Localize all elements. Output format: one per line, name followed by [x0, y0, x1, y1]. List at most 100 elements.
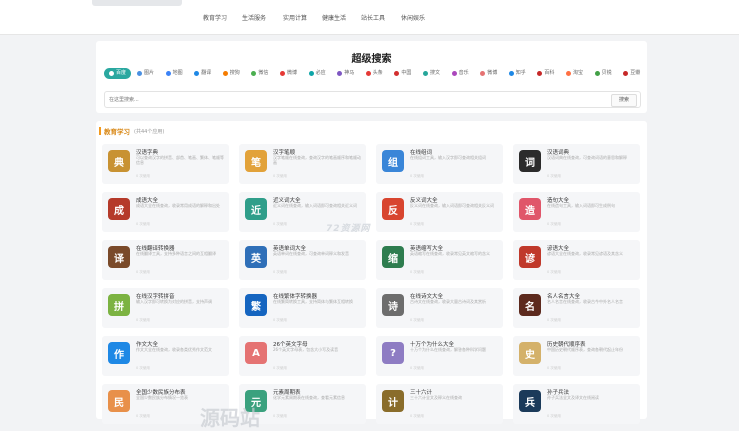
tool-card[interactable]: 反反义词大全 反义词在线查询，输入词语即可查询相关反义词 0 次使用	[376, 192, 503, 232]
engine-tab-17[interactable]: 贝锐	[594, 68, 612, 79]
section-header: 教育学习 (共44个应用)	[99, 126, 164, 136]
nav-item-education[interactable]: 教育学习	[203, 13, 227, 22]
engine-label: 搜文	[430, 70, 441, 76]
education-section: 教育学习 (共44个应用) 典汉语字典 可以查询汉字的拼音、部首、笔画、繁体、笔顺…	[96, 121, 647, 424]
engine-label: 微博	[487, 70, 498, 76]
tool-card[interactable]: 组在线组词 在线组词工具，输入汉字即可查询相关组词 0 次使用	[376, 144, 503, 184]
engine-tab-6[interactable]: 微博	[280, 68, 297, 79]
tool-usage: 0 次使用	[547, 414, 561, 418]
tool-description: 输入汉字即可转换为对应的拼音，支持声调	[136, 299, 212, 304]
tool-icon: ?	[382, 342, 404, 364]
tool-card[interactable]: A 26个英文字母 26个英文字母表，包含大小写及读音 0 次使用	[239, 336, 366, 376]
nav-item-calculators[interactable]: 实用计算	[283, 13, 307, 22]
engine-icon	[165, 71, 171, 76]
engine-tab-16[interactable]: 淘宝	[566, 68, 583, 79]
engine-tab-11[interactable]: 搜文	[423, 68, 440, 79]
tool-description: 在线组词工具，输入汉字即可查询相关组词	[410, 155, 486, 160]
tool-card[interactable]: 译在线翻译转换器 在线翻译工具，支持多种语言之间的互相翻译 0 次使用	[102, 240, 229, 280]
tool-icon: 谚	[519, 246, 541, 268]
tool-card[interactable]: 谚谚语大全 谚语大全在线查询，收录常见谚语及其含义 0 次使用	[513, 240, 640, 280]
engine-label: 微博	[287, 70, 298, 76]
nav-item-entertainment[interactable]: 休闲娱乐	[401, 13, 425, 22]
tool-card[interactable]: 繁在线繁体字转换器 在线繁简转换工具，支持简体与繁体互相转换 0 次使用	[239, 288, 366, 328]
engine-label: 图片	[144, 70, 155, 76]
tool-card[interactable]: 拼在线汉字转拼音 输入汉字即可转换为对应的拼音，支持声调 0 次使用	[102, 288, 229, 328]
engine-icon	[480, 71, 486, 76]
engine-icon	[280, 71, 285, 76]
tool-card[interactable]: 成成语大全 成语大全在线查询，收录常用成语的解释和出处 0 次使用	[102, 192, 229, 232]
tool-card[interactable]: ? 十万个为什么大全 十万个为什么在线查询，解答各种科学问题 0 次使用	[376, 336, 503, 376]
engine-tab-10[interactable]: 中国	[394, 68, 411, 79]
tool-usage: 0 次使用	[547, 366, 561, 370]
engine-label: 百科	[544, 70, 555, 76]
tool-description: 汉语词典在线查询，可查询词语的意思和解释	[547, 155, 627, 160]
engine-icon	[137, 71, 142, 76]
tool-icon: 作	[108, 342, 130, 364]
tool-icon: 民	[108, 390, 130, 412]
engine-tab-7[interactable]: 必应	[308, 68, 326, 79]
tool-card[interactable]: 名名人名言大全 名人名言在线查询，收录古今中外名人名言 0 次使用	[513, 288, 640, 328]
engine-tab-9[interactable]: 头条	[365, 68, 383, 79]
tool-description: 汉字笔顺在线查询，查询汉字的笔画顺序和笔顺动画	[273, 155, 361, 165]
tool-icon: 兵	[519, 390, 541, 412]
engine-tab-8[interactable]: 神马	[337, 68, 354, 79]
section-accent-bar	[99, 127, 101, 135]
engine-tab-18[interactable]: 豆瓣	[623, 68, 640, 79]
engine-icon	[194, 71, 200, 76]
search-panel: 超级搜索 百度 图片 地图 翻译 搜狗 微信 微博 必应 神马 头条 中国 搜文 音乐 微博 知乎 百科 淘宝 贝…	[96, 41, 647, 113]
engine-tab-4[interactable]: 搜狗	[222, 68, 240, 79]
tool-icon: 笔	[245, 150, 267, 172]
tool-description: 在线翻译工具，支持多种语言之间的互相翻译	[136, 251, 216, 256]
tool-description: 反义词在线查询，输入词语即可查询相关反义词	[410, 203, 494, 208]
engine-icon	[394, 71, 400, 76]
tool-icon: 计	[382, 390, 404, 412]
watermark: 72资源网	[326, 224, 371, 234]
tool-usage: 0 次使用	[410, 270, 424, 274]
search-input[interactable]	[109, 95, 589, 104]
engine-tab-12[interactable]: 音乐	[451, 68, 469, 79]
tool-card[interactable]: 笔汉字笔顺 汉字笔顺在线查询，查询汉字的笔画顺序和笔顺动画 0 次使用	[239, 144, 366, 184]
tool-description: 在线繁简转换工具，支持简体与繁体互相转换	[273, 299, 353, 304]
engine-icon	[337, 71, 343, 76]
engine-tab-2[interactable]: 地图	[165, 68, 183, 79]
tool-card[interactable]: 计三十六计 三十六计全文及释义在线查询 0 次使用	[376, 384, 503, 424]
tool-card[interactable]: 史历史朝代顺序表 中国历史朝代顺序表，查询各朝代起止年份 0 次使用	[513, 336, 640, 376]
tool-icon: 词	[519, 150, 541, 172]
search-button[interactable]: 搜索	[611, 94, 637, 107]
tool-card[interactable]: 造造句大全 在线造句工具，输入词语即可生成例句 0 次使用	[513, 192, 640, 232]
tool-usage: 0 次使用	[410, 174, 424, 178]
tool-card[interactable]: 兵孙子兵法 孙子兵法全文及译文在线阅读 0 次使用	[513, 384, 640, 424]
nav-item-webmaster-tools[interactable]: 站长工具	[361, 13, 385, 22]
tool-icon: 近	[245, 198, 267, 220]
engine-tab-13[interactable]: 微博	[480, 68, 497, 79]
engine-tab-5[interactable]: 微信	[251, 68, 268, 79]
engine-icon	[109, 71, 114, 76]
tool-card[interactable]: 英英语单词大全 英语单词在线查询，可查询单词释义和发音 0 次使用	[239, 240, 366, 280]
engine-tab-1[interactable]: 图片	[137, 68, 154, 79]
engine-tab-3[interactable]: 翻译	[194, 68, 211, 79]
engine-tab-0[interactable]: 百度	[104, 68, 132, 79]
tool-card[interactable]: 典汉语字典 可以查询汉字的拼音、部首、笔画、繁体、笔顺等信息 0 次使用	[102, 144, 229, 184]
tool-usage: 0 次使用	[273, 318, 287, 322]
engine-tab-15[interactable]: 百科	[537, 68, 554, 79]
tool-card[interactable]: 诗在线诗文大全 古诗文在线查询，收录大量古诗词及其赏析 0 次使用	[376, 288, 503, 328]
engine-icon	[365, 71, 371, 76]
engine-icon	[537, 71, 543, 76]
tool-description: 可以查询汉字的拼音、部首、笔画、繁体、笔顺等信息	[136, 155, 224, 165]
tool-usage: 0 次使用	[273, 414, 287, 418]
site-logo[interactable]	[92, 0, 182, 6]
search-engine-tabs: 百度 图片 地图 翻译 搜狗 微信 微博 必应 神马 头条 中国 搜文 音乐 微博 知乎 百科 淘宝 贝锐 豆瓣	[104, 68, 644, 80]
tool-card[interactable]: 作作文大全 作文大全在线查询，收录各类优秀作文范文 0 次使用	[102, 336, 229, 376]
nav-item-life-services[interactable]: 生活服务	[242, 13, 266, 22]
tool-usage: 0 次使用	[410, 366, 424, 370]
tool-description: 三十六计全文及释义在线查询	[410, 395, 462, 400]
engine-tab-14[interactable]: 知乎	[508, 68, 526, 79]
tool-card[interactable]: 词汉语词典 汉语词典在线查询，可查询词语的意思和解释 0 次使用	[513, 144, 640, 184]
tool-description: 近义词在线查询，输入词语即可查询相关近义词	[273, 203, 357, 208]
tool-card[interactable]: 缩英语缩写大全 英语缩写在线查询，收录常见英文缩写的含义 0 次使用	[376, 240, 503, 280]
search-box: 搜索	[104, 91, 641, 108]
engine-icon	[451, 71, 457, 76]
tool-icon: 成	[108, 198, 130, 220]
nav-item-health[interactable]: 健康生活	[322, 13, 346, 22]
tool-description: 英语单词在线查询，可查询单词释义和发音	[273, 251, 349, 256]
